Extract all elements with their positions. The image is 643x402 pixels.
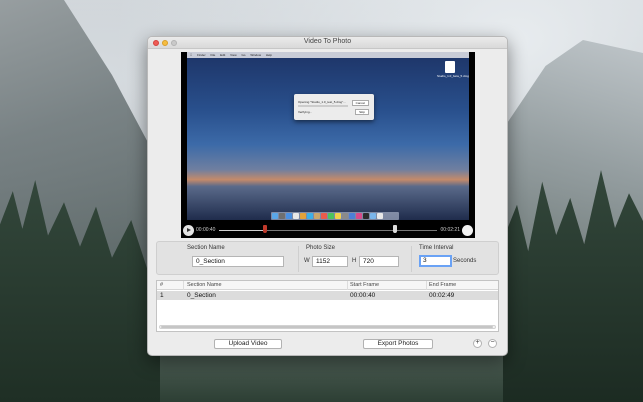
timeline-progress [219,230,265,231]
divider [298,246,299,272]
row-end-frame: 00:02:49 [429,292,455,299]
table-row[interactable]: 1 0_Section 00:00:40 00:02:49 [157,291,498,300]
video-menubar-item: Finder [194,53,206,57]
video-menubar-item: Edit [217,53,225,57]
section-name-label: Section Name [187,245,225,251]
video-dialog-cancel: Cancel [351,100,369,106]
width-input[interactable]: 1152 [312,256,348,267]
video-dialog-skip: Skip [355,109,369,115]
window-title: Video To Photo [303,38,352,45]
divider [411,246,412,272]
title-bar[interactable]: Video To Photo [148,37,507,49]
section-settings: Section Name 0_Section Photo Size W 1152… [156,241,499,275]
row-number: 1 [160,292,164,299]
height-label: H [352,258,357,264]
volume-knob-icon[interactable] [462,225,473,236]
timeline-scrubber[interactable] [219,225,437,233]
row-section-name: 0_Section [187,292,216,299]
horizontal-scrollbar[interactable] [159,325,496,329]
sections-table: # Section Name Start Frame End Frame 1 0… [156,280,499,332]
column-header-number[interactable]: # [160,282,163,288]
export-photos-button[interactable]: Export Photos [363,339,433,349]
video-dialog: Opening "Studio_1.0_test_5.dmg"... Verif… [294,94,374,120]
file-icon [445,61,455,73]
height-input[interactable]: 720 [359,256,399,267]
video-frame:  Finder File Edit View Go Window Help S… [187,52,469,220]
column-header-end-frame[interactable]: End Frame [429,282,456,288]
row-start-frame: 00:00:40 [350,292,376,299]
current-time: 00:00:40 [196,227,216,233]
video-dialog-status: Verifying... [298,110,313,114]
section-name-input[interactable]: 0_Section [192,256,284,267]
remove-section-button[interactable]: − [488,339,497,348]
section-end-marker[interactable] [393,225,398,233]
video-player[interactable]:  Finder File Edit View Go Window Help S… [181,52,475,238]
width-label: W [304,258,310,264]
photo-size-label: Photo Size [306,245,336,251]
play-icon[interactable] [183,225,194,236]
video-menubar-item: File [207,53,215,57]
time-interval-input[interactable]: 3 [419,255,452,267]
column-header-start-frame[interactable]: Start Frame [350,282,379,288]
time-interval-unit: Seconds [453,258,477,264]
table-header: # Section Name Start Frame End Frame [157,281,498,290]
video-dialog-title: Opening "Studio_1.0_test_5.dmg"... [298,100,346,104]
video-menubar-item: Window [247,53,261,57]
column-header-section-name[interactable]: Section Name [187,282,222,288]
add-section-button[interactable]: + [473,339,482,348]
video-menubar-item: View [227,53,236,57]
video-menubar-item: Go [238,53,245,57]
end-time: 00:02:21 [440,227,460,233]
player-controls: 00:00:40 00:02:21 [181,223,475,238]
app-window: Video To Photo  Finder File Edit View G… [147,36,508,356]
desktop-file-label: Studio_1.0_beta_5.dmg [437,74,469,78]
scrollbar-thumb[interactable] [161,326,493,328]
upload-video-button[interactable]: Upload Video [214,339,282,349]
video-menubar:  Finder File Edit View Go Window Help [187,52,469,58]
time-interval-label: Time Interval [419,245,454,251]
section-start-marker[interactable] [262,225,267,233]
video-dialog-progress [298,105,348,107]
video-dock [271,212,399,220]
video-menubar-item: Help [262,53,272,57]
